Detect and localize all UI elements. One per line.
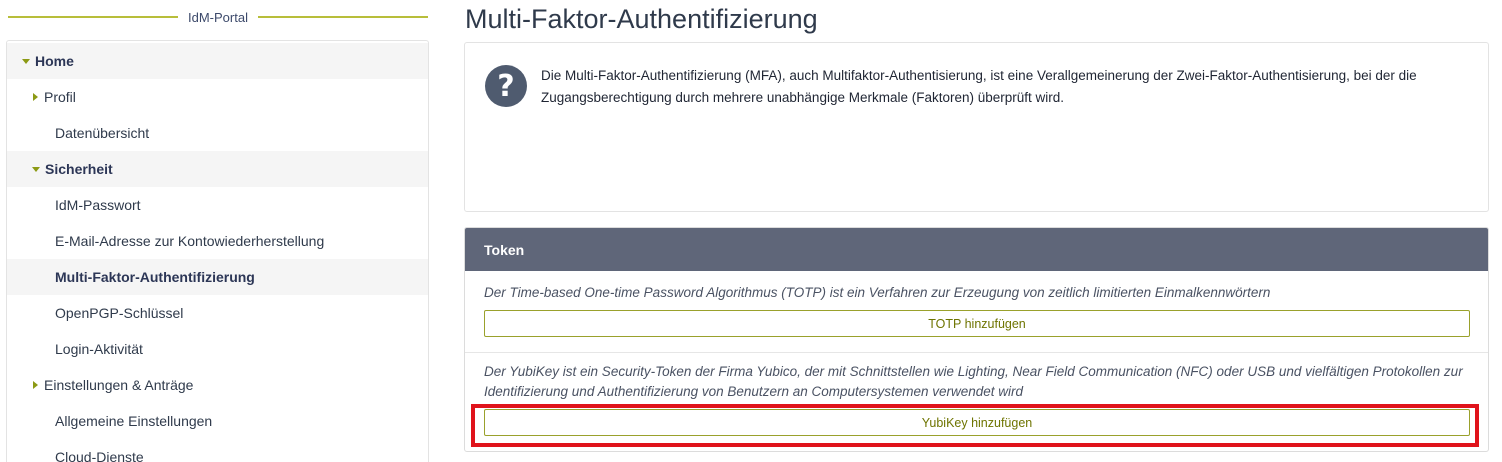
totp-description: Der Time-based One-time Password Algorit… [484,285,1271,300]
sidebar-item-email-recovery[interactable]: E-Mail-Adresse zur Kontowiederherstellun… [7,223,428,259]
caret-down-icon [32,166,40,172]
sidebar-item-sicherheit[interactable]: Sicherheit [7,151,428,187]
sidebar-item-label: Login-Aktivität [55,341,143,357]
sidebar-item-label: Multi-Faktor-Authentifizierung [55,269,255,285]
portal-title: IdM-Portal [188,9,248,25]
yubikey-section: Der YubiKey ist ein Security-Token der F… [465,362,1488,436]
sidebar-item-label: Sicherheit [45,161,113,177]
sidebar-item-label: Allgemeine Einstellungen [55,413,213,429]
sidebar-item-label: Cloud-Dienste [55,449,144,462]
sidebar-item-login-aktivitaet[interactable]: Login-Aktivität [7,331,428,367]
sidebar-item-mfa[interactable]: Multi-Faktor-Authentifizierung [7,259,428,295]
sidebar-item-allgemeine-einstellungen[interactable]: Allgemeine Einstellungen [7,403,428,439]
sidebar-item-idm-passwort[interactable]: IdM-Passwort [7,187,428,223]
token-card: Token Der Time-based One-time Password A… [464,227,1489,452]
sidebar-item-datenuebersicht[interactable]: Datenübersicht [7,115,428,151]
sidebar-item-label: Datenübersicht [55,125,150,141]
sidebar-item-home[interactable]: Home [7,43,428,79]
portal-header: IdM-Portal [8,6,428,28]
sidebar: Home Profil Datenübersicht Sicherheit Id… [6,40,429,462]
sidebar-item-label: IdM-Passwort [55,197,141,213]
portal-header-line-right [257,16,428,18]
add-yubikey-button[interactable]: YubiKey hinzufügen [484,409,1470,436]
info-card: ? Die Multi-Faktor-Authentifizierung (MF… [464,42,1489,212]
sidebar-item-openpgp[interactable]: OpenPGP-Schlüssel [7,295,428,331]
sidebar-item-einstellungen[interactable]: Einstellungen & Anträge [7,367,428,403]
section-divider [465,352,1488,353]
portal-header-line-left [8,16,179,18]
add-totp-button[interactable]: TOTP hinzufügen [484,310,1470,337]
question-circle-icon: ? [485,65,527,107]
sidebar-item-label: Profil [44,89,76,105]
sidebar-item-label: OpenPGP-Schlüssel [55,305,184,321]
caret-right-icon [33,93,38,101]
info-text: Die Multi-Faktor-Authentifizierung (MFA)… [541,68,1417,105]
sidebar-item-label: E-Mail-Adresse zur Kontowiederherstellun… [55,233,325,249]
sidebar-item-label: Home [35,53,74,69]
page-title: Multi-Faktor-Authentifizierung [465,4,818,34]
caret-down-icon [22,58,30,64]
caret-right-icon [33,381,38,389]
sidebar-item-profil[interactable]: Profil [7,79,428,115]
sidebar-item-label: Einstellungen & Anträge [44,377,194,393]
totp-section: Der Time-based One-time Password Algorit… [465,283,1488,337]
sidebar-item-cloud-dienste[interactable]: Cloud-Dienste [7,439,428,462]
token-card-header: Token [465,228,1488,271]
yubikey-description: Der YubiKey ist ein Security-Token der F… [484,364,1463,399]
